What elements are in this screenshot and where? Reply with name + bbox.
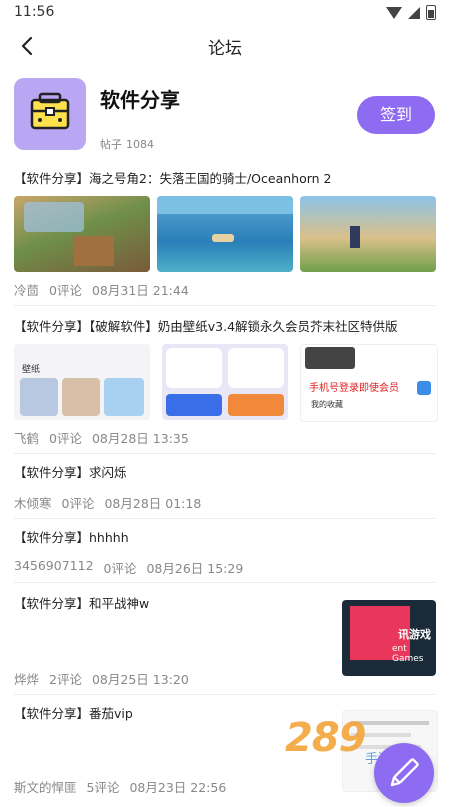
divider: [14, 305, 436, 306]
post-image[interactable]: [14, 196, 150, 272]
post-author: 3456907112: [14, 558, 94, 573]
post-comments: 0评论: [49, 431, 82, 446]
post-author: 飞鹤: [14, 431, 40, 446]
post-item[interactable]: 【软件分享】和平战神w 讯游戏 ent Games 烨烨 2评论 08月25日 …: [14, 593, 436, 689]
wifi-icon: [386, 6, 402, 19]
signal-icon: [408, 6, 420, 19]
post-image[interactable]: 壁纸: [14, 344, 150, 420]
post-meta: 木倾寒 0评论 08月28日 01:18: [14, 493, 201, 512]
app-header: 论坛: [0, 26, 450, 66]
post-date: 08月26日 15:29: [146, 561, 244, 576]
post-meta: 冷茴 0评论 08月31日 21:44: [14, 280, 189, 299]
post-comments: 0评论: [103, 561, 137, 576]
post-title: 【软件分享】求闪烁: [14, 465, 127, 480]
post-title: 【软件分享】【破解软件】奶由壁纸v3.4解锁永久会员芥末社区特供版: [14, 319, 398, 334]
game-brand-cn: 讯游戏: [398, 628, 431, 641]
post-author: 斯文的悍匪: [14, 780, 77, 795]
post-comments: 0评论: [49, 283, 82, 298]
status-icons: [386, 5, 436, 20]
forum-header: 软件分享 帖子 1084 签到: [0, 78, 450, 154]
status-bar: 11:56: [0, 0, 450, 26]
post-comments: 0评论: [61, 496, 95, 511]
wallpaper-label: 壁纸: [22, 365, 41, 375]
post-item[interactable]: 【软件分享】海之号角2：失落王国的骑士/Oceanhorn 2 冷茴 0评论 0…: [14, 168, 436, 299]
post-meta: 烨烨 2评论 08月25日 13:20: [14, 669, 189, 688]
post-author: 冷茴: [14, 283, 40, 298]
favorites-text: 我的收藏: [311, 400, 343, 409]
compose-button[interactable]: [374, 743, 434, 803]
promo-text: 手机号登录即使会员: [309, 383, 399, 394]
divider: [14, 453, 436, 454]
post-date: 08月28日 13:35: [91, 431, 189, 446]
checkin-button[interactable]: 签到: [357, 96, 435, 134]
pencil-icon: [390, 758, 419, 787]
post-date: 08月23日 22:56: [129, 780, 227, 795]
post-comments: 2评论: [49, 672, 82, 687]
divider: [14, 582, 436, 583]
page-title: 论坛: [208, 39, 242, 59]
toolbox-icon: [30, 92, 70, 130]
post-item[interactable]: 【软件分享】求闪烁 木倾寒 0评论 08月28日 01:18: [14, 462, 436, 514]
game-brand-en: ent Games: [392, 644, 424, 664]
battery-icon: [426, 5, 436, 20]
divider: [14, 694, 436, 695]
post-author: 木倾寒: [14, 496, 52, 511]
post-meta: 斯文的悍匪 5评论 08月23日 22:56: [14, 777, 226, 796]
post-count-label: 帖子: [100, 138, 122, 151]
post-meta: 飞鹤 0评论 08月28日 13:35: [14, 428, 189, 447]
watermark-logo: 289: [285, 715, 366, 761]
post-count-value: 1084: [126, 138, 154, 151]
status-time: 11:56: [14, 4, 55, 20]
post-title: 【软件分享】hhhhh: [14, 530, 129, 545]
post-image[interactable]: [157, 196, 293, 272]
post-date: 08月25日 13:20: [91, 672, 189, 687]
forum-avatar: [14, 78, 86, 150]
post-comments: 5评论: [86, 780, 120, 795]
post-image[interactable]: 讯游戏 ent Games: [342, 600, 436, 676]
post-meta: 3456907112 0评论 08月26日 15:29: [14, 558, 243, 577]
post-author: 烨烨: [14, 672, 40, 687]
post-item[interactable]: 【软件分享】hhhhh 3456907112 0评论 08月26日 15:29: [14, 527, 436, 579]
post-image[interactable]: 手机号登录即使会员 我的收藏: [300, 344, 438, 422]
post-image[interactable]: [162, 344, 288, 420]
divider: [14, 518, 436, 519]
post-title: 【软件分享】海之号角2：失落王国的骑士/Oceanhorn 2: [14, 171, 332, 186]
forum-name: 软件分享: [100, 88, 180, 112]
post-image[interactable]: [300, 196, 436, 272]
post-date: 08月31日 21:44: [91, 283, 189, 298]
post-date: 08月28日 01:18: [104, 496, 202, 511]
post-item[interactable]: 【软件分享】【破解软件】奶由壁纸v3.4解锁永久会员芥末社区特供版 壁纸 手机号…: [14, 316, 438, 447]
post-count: 帖子 1084: [100, 136, 158, 152]
